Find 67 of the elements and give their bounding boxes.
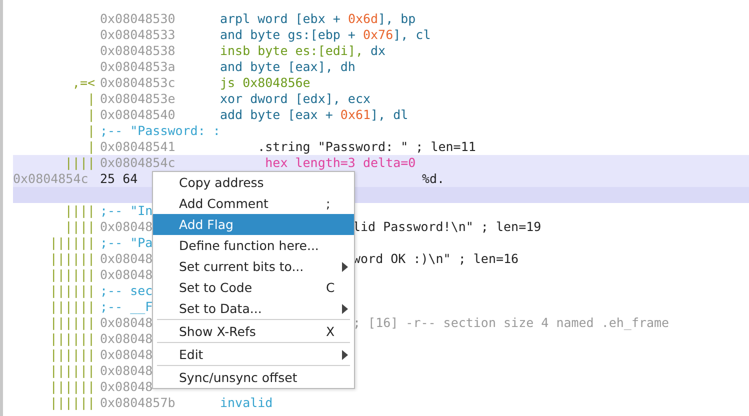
address: 0x0804853a — [100, 59, 176, 75]
address: 0x0804853e — [100, 91, 176, 107]
menu-item[interactable]: Set current bits to... — [153, 256, 354, 277]
instruction: insb byte es:[edi], dx — [220, 43, 386, 59]
flow-graph: |||||| — [50, 331, 96, 347]
instruction: and byte [eax], dh — [220, 59, 356, 75]
address: 0x08048541 — [100, 139, 176, 155]
flag-comment: ;-- "In — [100, 203, 153, 219]
menu-item[interactable]: Edit — [153, 344, 354, 365]
flow-graph: | — [87, 123, 96, 139]
hex-bytes: 25 64 — [100, 171, 138, 187]
address: 0x08048530 — [100, 11, 176, 27]
flag-comment: ;-- __F — [100, 299, 153, 315]
instruction: arpl word [ebx + 0x6d], bp — [220, 11, 416, 27]
flow-graph: |||||| — [50, 267, 96, 283]
menu-item[interactable]: Add Flag — [153, 214, 354, 235]
address: 0x0804853c — [100, 75, 176, 91]
address: 0x08048 — [100, 379, 153, 395]
flag-comment: ;-- "Pa — [100, 235, 153, 251]
menu-item[interactable]: Sync/unsync offset — [153, 367, 354, 388]
flow-graph: |||||| — [50, 363, 96, 379]
menu-item[interactable]: Copy address — [153, 172, 354, 193]
address: 0x08048540 — [100, 107, 176, 123]
menu-item[interactable]: Show X-Refs X — [153, 321, 354, 342]
instruction: invalid — [220, 395, 273, 411]
instruction: hex length=3 delta=0 — [264, 155, 416, 171]
address: 0x08048 — [100, 315, 153, 331]
flow-graph: |||| — [64, 219, 96, 235]
ascii-text: %d. — [421, 171, 445, 187]
address: 0x0804854c — [100, 155, 176, 171]
address: 0x0804857b — [100, 395, 176, 411]
string-text: lid Password!\n" ; len=19 — [353, 219, 542, 235]
address: 0x08048533 — [100, 27, 176, 43]
flow-graph: |||||| — [50, 251, 96, 267]
flow-graph: |||||| — [50, 347, 96, 363]
flow-graph: |||||| — [50, 235, 96, 251]
flow-graph: |||||| — [50, 315, 96, 331]
instruction: js 0x804856e — [220, 75, 310, 91]
address: 0x08048 — [100, 331, 153, 347]
instruction: xor dword [edx], ecx — [220, 91, 371, 107]
menu-item[interactable]: Set to Data... — [153, 298, 354, 319]
flow-graph: |||||| — [50, 283, 96, 299]
instruction: and byte gs:[ebp + 0x76], cl — [220, 27, 431, 43]
address: 0x08048 — [100, 251, 153, 267]
flow-graph: |||| — [64, 155, 96, 171]
flow-graph: |||||| — [50, 379, 96, 395]
flow-graph: |||||| — [50, 299, 96, 315]
address: 0x08048 — [100, 363, 153, 379]
flag-comment: ;-- "Password: : — [100, 123, 220, 139]
flow-graph: ,=< — [72, 75, 96, 91]
address: 0x08048 — [100, 219, 153, 235]
address: 0x08048 — [100, 347, 153, 363]
menu-item[interactable]: Add Comment ; — [153, 193, 354, 214]
instruction: add byte [eax + 0x61], dl — [220, 107, 408, 123]
flow-graph: |||||| — [50, 395, 96, 411]
menu-item[interactable]: Set to Code C — [153, 277, 354, 298]
flag-comment: ;-- sec — [100, 283, 153, 299]
instruction: .string "Password: " ; len=11 — [256, 139, 476, 155]
flow-graph: | — [87, 107, 96, 123]
menu-item[interactable]: Define function here... — [153, 235, 354, 256]
string-text: ; [16] -r-- section size 4 named .eh_frame — [353, 315, 670, 331]
address: 0x08048538 — [100, 43, 176, 59]
flow-graph: |||| — [64, 203, 96, 219]
address: 0x0804854c — [13, 171, 88, 187]
flow-graph: | — [87, 139, 96, 155]
flow-graph: | — [87, 91, 96, 107]
address: 0x08048 — [100, 267, 153, 283]
